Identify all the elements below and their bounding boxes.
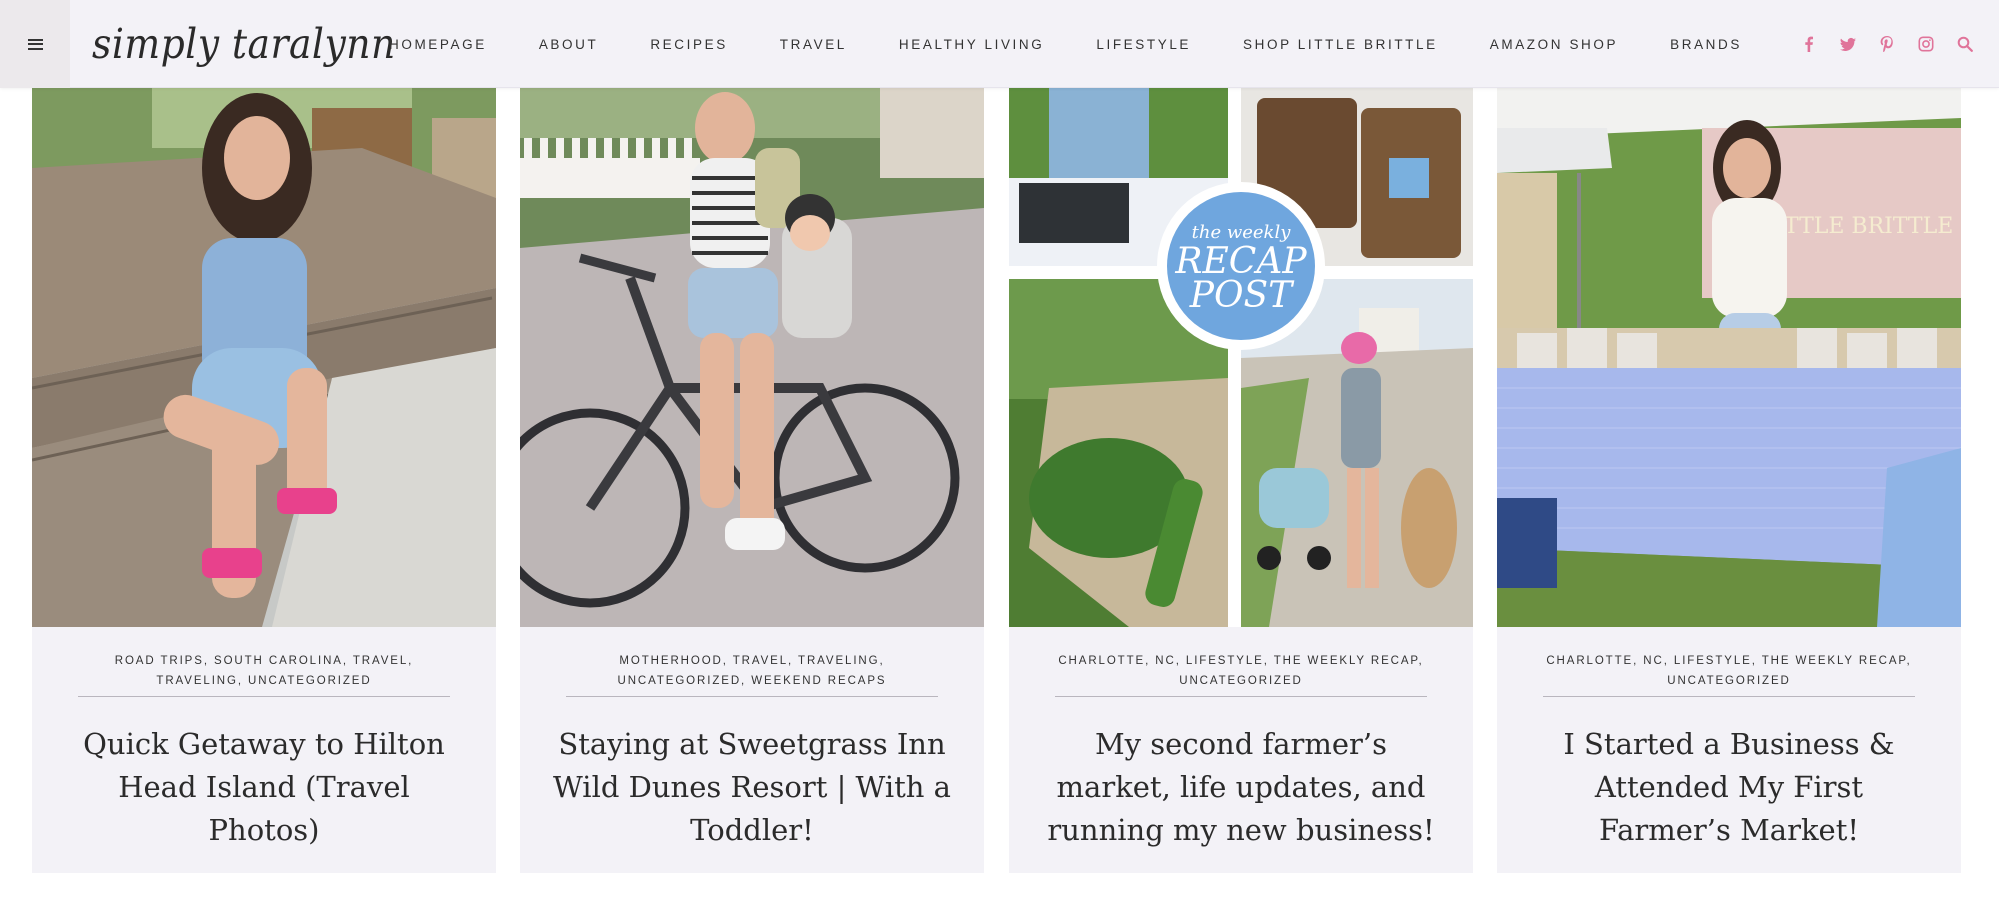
search-icon bbox=[1957, 36, 1973, 52]
post-card-body: CHARLOTTE, NC, LIFESTYLE, THE WEEKLY REC… bbox=[1497, 627, 1961, 873]
post-image-hilton-head[interactable] bbox=[32, 88, 496, 627]
divider bbox=[566, 696, 938, 697]
hamburger-icon bbox=[27, 38, 43, 50]
category-link[interactable]: SOUTH CAROLINA bbox=[214, 655, 343, 667]
pinterest-icon bbox=[1880, 36, 1893, 52]
facebook-icon bbox=[1805, 36, 1813, 52]
nav-travel[interactable]: TRAVEL bbox=[780, 37, 847, 52]
post-title[interactable]: I Started a Business & Attended My First… bbox=[1529, 723, 1929, 852]
post-card-body: MOTHERHOOD, TRAVEL, TRAVELING, UNCATEGOR… bbox=[520, 627, 984, 873]
category-link[interactable]: UNCATEGORIZED bbox=[248, 675, 372, 687]
post-categories: ROAD TRIPS, SOUTH CAROLINA, TRAVEL, TRAV… bbox=[114, 655, 414, 687]
category-link[interactable]: TRAVEL bbox=[733, 655, 788, 667]
facebook-link[interactable] bbox=[1799, 34, 1819, 54]
post-image-sweetgrass-inn[interactable] bbox=[520, 88, 984, 627]
nav-homepage[interactable]: HOMEPAGE bbox=[389, 37, 487, 52]
nav-recipes[interactable]: RECIPES bbox=[650, 37, 727, 52]
post-card-body: CHARLOTTE, NC, LIFESTYLE, THE WEEKLY REC… bbox=[1009, 627, 1473, 873]
recap-badge-script: the weekly bbox=[1192, 222, 1292, 243]
post-title[interactable]: Staying at Sweetgrass Inn Wild Dunes Res… bbox=[552, 723, 952, 852]
post-categories: CHARLOTTE, NC, LIFESTYLE, THE WEEKLY REC… bbox=[1058, 655, 1424, 687]
pinterest-link[interactable] bbox=[1877, 34, 1897, 54]
category-link[interactable]: WEEKEND RECAPS bbox=[751, 675, 886, 687]
post-card-sweetgrass-inn: MOTHERHOOD, TRAVEL, TRAVELING, UNCATEGOR… bbox=[520, 88, 984, 873]
category-link[interactable]: THE WEEKLY RECAP bbox=[1762, 655, 1907, 667]
nav-healthy-living[interactable]: HEALTHY LIVING bbox=[899, 37, 1044, 52]
post-image-little-brittle-booth[interactable]: LITTLE BRITTLE bbox=[1497, 88, 1961, 627]
nav-about[interactable]: ABOUT bbox=[539, 37, 599, 52]
category-link[interactable]: MOTHERHOOD bbox=[619, 655, 722, 667]
hamburger-menu-button[interactable] bbox=[0, 0, 70, 88]
site-header: simply taralynn HOMEPAGE ABOUT RECIPES T… bbox=[0, 0, 1999, 88]
search-button[interactable] bbox=[1955, 34, 1975, 54]
booth-banner-text: LITTLE BRITTLE bbox=[1761, 214, 1954, 239]
post-categories: MOTHERHOOD, TRAVEL, TRAVELING, UNCATEGOR… bbox=[617, 655, 887, 687]
twitter-link[interactable] bbox=[1838, 34, 1858, 54]
category-link[interactable]: THE WEEKLY RECAP bbox=[1274, 655, 1419, 667]
nav-lifestyle[interactable]: LIFESTYLE bbox=[1096, 37, 1191, 52]
social-links bbox=[1780, 0, 1999, 88]
category-link[interactable]: TRAVEL bbox=[353, 655, 408, 667]
category-link[interactable]: UNCATEGORIZED bbox=[1179, 675, 1303, 687]
site-logo[interactable]: simply taralynn bbox=[92, 16, 396, 72]
category-link[interactable]: CHARLOTTE, NC bbox=[1058, 655, 1175, 667]
recap-badge-line2: POST bbox=[1189, 275, 1295, 316]
twitter-icon bbox=[1840, 37, 1856, 51]
category-link[interactable]: UNCATEGORIZED bbox=[618, 675, 742, 687]
post-card-started-business: LITTLE BRITTLE CHARLOTTE, NC, LIFESTYLE,… bbox=[1497, 88, 1961, 873]
nav-amazon-shop[interactable]: AMAZON SHOP bbox=[1490, 37, 1618, 52]
nav-shop-little-brittle[interactable]: SHOP LITTLE BRITTLE bbox=[1243, 37, 1438, 52]
post-card-hilton-head: ROAD TRIPS, SOUTH CAROLINA, TRAVEL, TRAV… bbox=[32, 88, 496, 873]
post-title[interactable]: Quick Getaway to Hilton Head Island (Tra… bbox=[64, 723, 464, 852]
nav-brands[interactable]: BRANDS bbox=[1670, 37, 1742, 52]
category-link[interactable]: UNCATEGORIZED bbox=[1667, 675, 1791, 687]
post-card-body: ROAD TRIPS, SOUTH CAROLINA, TRAVEL, TRAV… bbox=[32, 627, 496, 873]
category-link[interactable]: ROAD TRIPS bbox=[115, 655, 204, 667]
divider bbox=[78, 696, 450, 697]
category-link[interactable]: LIFESTYLE bbox=[1186, 655, 1264, 667]
post-image-weekly-recap-collage[interactable]: the weekly RECAP POST bbox=[1009, 88, 1473, 627]
post-title[interactable]: My second farmer’s market, life updates,… bbox=[1041, 723, 1441, 852]
post-card-farmers-market-updates: the weekly RECAP POST CHARLOTTE, NC, LIF… bbox=[1009, 88, 1473, 873]
category-link[interactable]: LIFESTYLE bbox=[1674, 655, 1752, 667]
main-nav: HOMEPAGE ABOUT RECIPES TRAVEL HEALTHY LI… bbox=[389, 0, 1756, 88]
divider bbox=[1055, 696, 1427, 697]
divider bbox=[1543, 696, 1915, 697]
post-categories: CHARLOTTE, NC, LIFESTYLE, THE WEEKLY REC… bbox=[1546, 655, 1912, 687]
instagram-icon bbox=[1918, 36, 1934, 52]
category-link[interactable]: TRAVELING bbox=[156, 675, 237, 687]
category-link[interactable]: TRAVELING bbox=[798, 655, 879, 667]
instagram-link[interactable] bbox=[1916, 34, 1936, 54]
category-link[interactable]: CHARLOTTE, NC bbox=[1546, 655, 1663, 667]
